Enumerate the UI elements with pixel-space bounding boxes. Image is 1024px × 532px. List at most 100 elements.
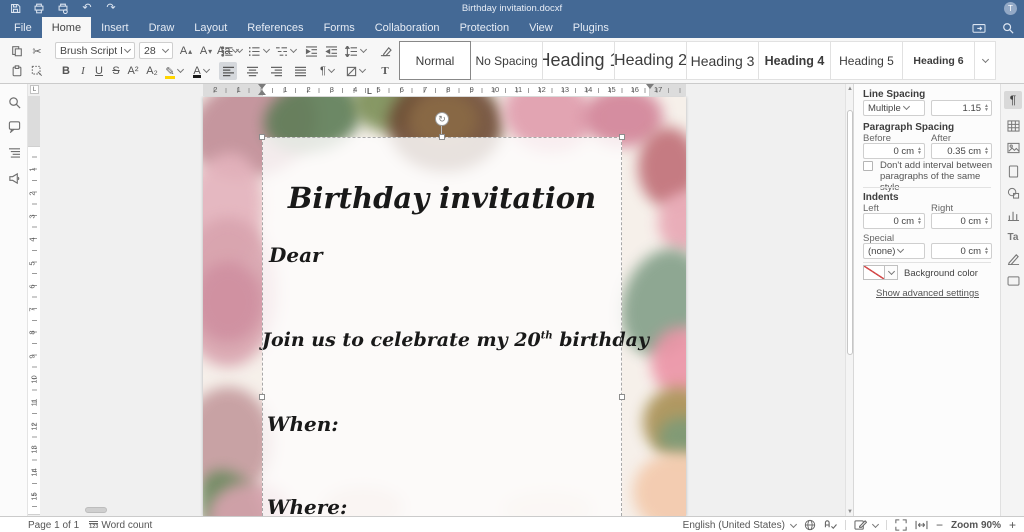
highlight-color-button[interactable]: ✎ [162,62,186,80]
paragraph-settings-icon[interactable]: ¶ [1004,91,1022,109]
hanging-indent-marker[interactable] [258,90,266,95]
print-icon[interactable] [28,1,50,16]
style-normal[interactable]: Normal [399,41,471,80]
selection-handle-mid-right[interactable] [619,394,625,400]
special-indent-value-input[interactable]: 0 cm ▲ ▼ [931,243,992,259]
undo-icon[interactable]: ↶ [76,1,98,16]
tab-protection[interactable]: Protection [450,17,520,38]
bullets-button[interactable] [219,42,243,60]
line-spacing-button[interactable] [342,42,368,60]
no-interval-checkbox[interactable] [863,161,873,171]
indent-right-input[interactable]: 0 cm ▲ ▼ [931,213,992,229]
tab-stop-marker[interactable]: L [367,88,372,96]
page-number-status[interactable]: Page 1 of 1 [28,520,79,531]
tab-layout[interactable]: Layout [184,17,237,38]
align-center-button[interactable] [243,62,261,80]
invitation-title[interactable]: Birthday invitation [262,181,622,215]
select-all-button[interactable] [28,62,46,80]
header-footer-settings-icon[interactable] [1004,162,1022,180]
selection-handle-top-left[interactable] [259,134,265,140]
user-avatar[interactable]: T [1004,2,1017,15]
fit-to-width-button[interactable] [915,520,928,530]
underline-button[interactable]: U [90,62,108,80]
multilevel-list-button[interactable] [273,42,297,60]
style-heading-6[interactable]: Heading 6 [903,41,975,80]
align-justify-button[interactable] [291,62,309,80]
style-heading-4[interactable]: Heading 4 [759,41,831,80]
style-heading-2[interactable]: Heading 2 [615,41,687,80]
document-page[interactable]: Birthday invitation Dear Join us to cele… [203,97,686,516]
increment-font-size-button[interactable]: A ▴ [177,42,195,60]
line-spacing-type-select[interactable]: Multiple [863,100,925,116]
redo-icon[interactable]: ↷ [100,1,122,16]
superscript-button[interactable]: A² [124,62,142,80]
decrease-indent-button[interactable] [302,42,320,60]
align-right-button[interactable] [267,62,285,80]
font-color-button[interactable]: A [189,62,213,80]
tab-stop-selector[interactable]: L [30,85,39,94]
spacing-before-input[interactable]: 0 cm ▲ ▼ [863,143,925,159]
signature-settings-icon[interactable] [1004,250,1022,268]
numbering-button[interactable] [246,42,270,60]
subscript-button[interactable]: A₂ [143,62,161,80]
align-left-button[interactable] [219,62,237,80]
tab-collaboration[interactable]: Collaboration [365,17,450,38]
paste-button[interactable] [8,62,26,80]
style-heading-1[interactable]: Heading 1 [543,41,615,80]
style-heading-3[interactable]: Heading 3 [687,41,759,80]
cut-button[interactable]: ✂ [28,42,46,60]
table-settings-icon[interactable] [1004,117,1022,135]
styles-gallery-expand-button[interactable] [975,41,996,80]
vertical-scrollbar[interactable]: ▲ ▼ [845,84,853,516]
invitation-body-line[interactable]: Join us to celebrate my 20th birthday [262,329,649,351]
document-canvas[interactable]: Birthday invitation Dear Join us to cele… [40,96,845,516]
track-changes-button[interactable] [854,519,879,531]
clear-style-button[interactable] [376,42,394,60]
background-color-swatch[interactable] [863,265,885,280]
spacing-after-input[interactable]: 0.35 cm ▲ ▼ [931,143,992,159]
zoom-in-button[interactable]: + [1009,518,1016,532]
shape-settings-icon[interactable] [1004,184,1022,202]
comments-icon[interactable] [6,118,22,134]
special-indent-select[interactable]: (none) [863,243,925,259]
right-indent-marker[interactable] [646,84,654,89]
tab-home[interactable]: Home [41,17,92,38]
font-size-select[interactable]: 28 [139,42,173,59]
spell-checking-icon[interactable] [824,519,837,531]
font-name-select[interactable]: Brush Script M [55,42,135,59]
selection-handle-mid-left[interactable] [259,394,265,400]
first-line-indent-marker[interactable] [258,84,266,89]
indent-left-input[interactable]: 0 cm ▲ ▼ [863,213,925,229]
feedback-icon[interactable] [6,170,22,186]
tab-references[interactable]: References [237,17,313,38]
text-art-settings-icon[interactable]: Ta [1004,228,1022,246]
tab-insert[interactable]: Insert [91,17,139,38]
open-file-location-icon[interactable] [972,22,986,34]
navigation-headings-icon[interactable] [6,144,22,160]
language-select[interactable]: English (United States) [683,520,797,531]
horizontal-scrollbar-thumb[interactable] [85,507,107,513]
search-icon[interactable] [1002,22,1014,34]
strikeout-button[interactable]: S [107,62,125,80]
show-advanced-settings-link[interactable]: Show advanced settings [854,288,1001,299]
chart-settings-icon[interactable] [1004,206,1022,224]
style-no-spacing[interactable]: No Spacing [471,41,543,80]
invitation-when-line[interactable]: When: [267,412,339,436]
selection-handle-top-center[interactable] [439,134,445,140]
bold-button[interactable]: B [57,62,75,80]
save-icon[interactable] [4,1,26,16]
invitation-where-line[interactable]: Where: [267,495,347,516]
line-spacing-value-input[interactable]: 1.15 ▲ ▼ [931,100,992,116]
fit-to-page-button[interactable] [895,519,907,531]
style-heading-5[interactable]: Heading 5 [831,41,903,80]
set-language-icon[interactable] [804,519,816,531]
invitation-dear-line[interactable]: Dear [269,243,323,267]
background-color-dropdown[interactable] [885,265,898,280]
copy-style-button[interactable]: Т [376,62,394,80]
nonprinting-characters-button[interactable]: ¶ [315,62,339,80]
quick-print-icon[interactable] [52,1,74,16]
word-count-button[interactable]: 123 Word count [89,520,152,531]
increase-indent-button[interactable] [322,42,340,60]
find-icon[interactable] [6,94,22,110]
tab-view[interactable]: View [519,17,563,38]
